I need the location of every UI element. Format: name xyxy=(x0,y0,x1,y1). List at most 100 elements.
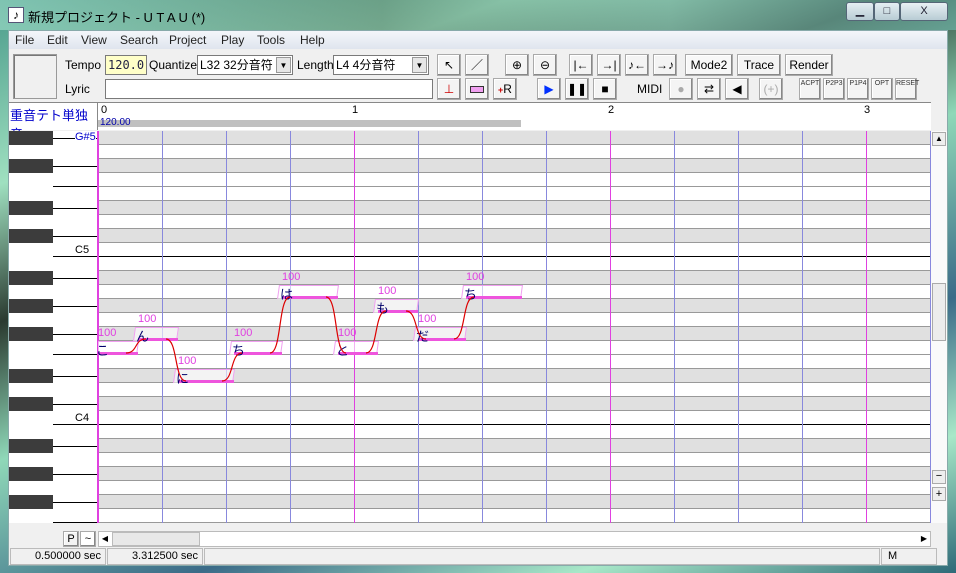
pitch-bend-curve[interactable] xyxy=(453,296,475,340)
measure-number: 3 xyxy=(864,104,871,116)
total-time: 3.312500 sec xyxy=(107,548,203,565)
black-key[interactable] xyxy=(9,397,53,411)
opt-icon: OPT xyxy=(874,80,890,87)
p1p4-button[interactable]: P1P4 xyxy=(847,78,869,100)
go-start-button[interactable]: |← xyxy=(569,54,593,76)
pencil-tool-button[interactable]: ／ xyxy=(465,54,489,76)
menu-project[interactable]: Project xyxy=(169,33,206,47)
add-rest-button[interactable] xyxy=(465,78,489,100)
black-key[interactable] xyxy=(9,467,53,481)
length-select[interactable]: L4 4分音符 ▼ xyxy=(333,55,429,75)
pause-button[interactable]: ❚❚ xyxy=(565,78,589,100)
key-divider xyxy=(53,208,98,209)
maximize-button[interactable]: □ xyxy=(874,2,900,21)
black-key[interactable] xyxy=(9,327,53,341)
pitch-bend-curve[interactable] xyxy=(325,296,347,354)
pitch-bend-curve[interactable] xyxy=(165,338,187,382)
key-divider xyxy=(53,522,98,523)
p-button[interactable]: P xyxy=(63,531,79,547)
key-divider xyxy=(53,508,98,509)
quantize-value: L32 32分音符 xyxy=(200,58,273,72)
midi-record-button[interactable]: ● xyxy=(669,78,693,100)
prev-note-button[interactable]: ♪← xyxy=(625,54,649,76)
key-divider xyxy=(53,270,98,271)
black-key[interactable] xyxy=(9,159,53,173)
arrow-to-end-icon: →| xyxy=(601,58,617,72)
key-divider xyxy=(53,396,98,397)
menu-edit[interactable]: Edit xyxy=(47,33,68,47)
pink-note-icon xyxy=(470,86,484,93)
opt-button[interactable]: OPT xyxy=(871,78,893,100)
zoom-vertical-plus-button[interactable]: + xyxy=(932,487,946,501)
tilde-button[interactable]: ~ xyxy=(80,531,96,547)
insert-note-button[interactable]: ⊥ xyxy=(437,78,461,100)
menu-view[interactable]: View xyxy=(81,33,107,47)
key-divider xyxy=(53,452,98,453)
quantize-select[interactable]: L32 32分音符 ▼ xyxy=(197,55,293,75)
render-button[interactable]: Render xyxy=(785,54,833,76)
scroll-up-button[interactable]: ▲ xyxy=(932,132,946,146)
menu-tools[interactable]: Tools xyxy=(257,33,285,47)
black-key[interactable] xyxy=(9,229,53,243)
close-button[interactable]: X xyxy=(900,2,948,21)
black-key[interactable] xyxy=(9,369,53,383)
key-divider xyxy=(53,494,98,495)
key-divider xyxy=(53,306,98,307)
p2p3-button[interactable]: P2P3 xyxy=(823,78,845,100)
pitch-bend-curve[interactable] xyxy=(269,296,291,354)
zoom-vertical-minus-button[interactable]: − xyxy=(932,470,946,484)
black-key[interactable] xyxy=(9,299,53,313)
midi-loop-button[interactable]: ⇄ xyxy=(697,78,721,100)
play-button[interactable]: ▶ xyxy=(537,78,561,100)
pitch-bend-curve[interactable] xyxy=(365,310,387,354)
trace-button[interactable]: Trace xyxy=(737,54,781,76)
mode2-button[interactable]: Mode2 xyxy=(685,54,733,76)
menu-search[interactable]: Search xyxy=(120,33,158,47)
pitch-bend-curve[interactable] xyxy=(125,338,147,354)
tempo-marker[interactable]: 120.00 xyxy=(100,117,131,128)
menu-play[interactable]: Play xyxy=(221,33,244,47)
horizontal-scrollbar[interactable]: ◀ ▶ xyxy=(98,531,931,547)
stop-button[interactable]: ■ xyxy=(593,78,617,100)
reset-button[interactable]: RESET xyxy=(895,78,919,100)
vertical-scroll-thumb[interactable] xyxy=(932,283,946,341)
select-tool-button[interactable]: ↖ xyxy=(437,54,461,76)
piano-roll-grid[interactable]: こ 100 ん 100 に 100 ち 100 は 100 と 100 も 100 だ 100 ち 100 xyxy=(98,131,931,523)
status-bar: 0.500000 sec 3.312500 sec M xyxy=(9,547,947,566)
key-divider xyxy=(53,158,98,159)
timeline-ruler[interactable]: 120.00 0 1 2 3 xyxy=(98,102,931,130)
midi-speaker-button[interactable]: ◀ xyxy=(725,78,749,100)
p1p4-icon: P1P4 xyxy=(849,80,867,87)
black-key[interactable] xyxy=(9,271,53,285)
key-divider xyxy=(53,334,98,335)
key-divider xyxy=(53,326,98,327)
menu-help[interactable]: Help xyxy=(300,33,325,47)
black-key[interactable] xyxy=(9,439,53,453)
black-key[interactable] xyxy=(9,131,53,145)
pitch-bend-curve[interactable] xyxy=(221,352,243,382)
vertical-scrollbar[interactable]: ▲ − + xyxy=(931,131,947,523)
menu-file[interactable]: File xyxy=(15,33,34,47)
next-note-button[interactable]: →♪ xyxy=(653,54,677,76)
piano-keyboard[interactable]: G#5 C5 C4 xyxy=(9,131,98,523)
singer-label[interactable]: 重音テト単独音 xyxy=(9,102,98,142)
cursor-arrow-icon: ↖ xyxy=(443,58,455,72)
acpt-button[interactable]: ACPT xyxy=(799,78,821,100)
horizontal-scroll-thumb[interactable] xyxy=(112,532,200,546)
add-r-button[interactable]: +R xyxy=(493,78,517,100)
status-message xyxy=(204,548,880,565)
midi-link-button[interactable]: (+) xyxy=(759,78,783,100)
lyric-input[interactable] xyxy=(105,79,433,99)
scroll-left-button[interactable]: ◀ xyxy=(99,532,111,546)
octave-label: C4 xyxy=(75,412,90,424)
tempo-input[interactable]: 120.0 xyxy=(105,55,147,75)
minimize-button[interactable]: ▁ xyxy=(846,2,874,21)
zoom-in-button[interactable]: ⊕ xyxy=(505,54,529,76)
go-end-button[interactable]: →| xyxy=(597,54,621,76)
black-key[interactable] xyxy=(9,201,53,215)
pitch-bend-curve[interactable] xyxy=(405,310,427,340)
scroll-right-button[interactable]: ▶ xyxy=(918,532,930,546)
zoom-out-button[interactable]: ⊖ xyxy=(533,54,557,76)
key-divider xyxy=(53,480,98,481)
black-key[interactable] xyxy=(9,495,53,509)
